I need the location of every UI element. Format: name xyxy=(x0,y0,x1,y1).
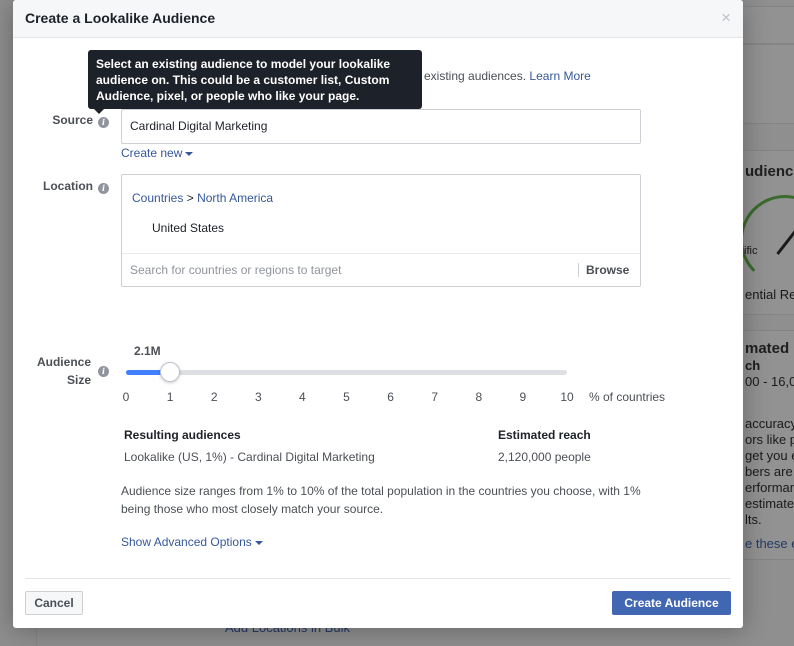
tooltip-arrow xyxy=(94,109,104,114)
background-text-line: ors like pa xyxy=(745,432,794,447)
slider-tick: 10 xyxy=(560,390,574,404)
modal-footer-divider xyxy=(25,578,731,579)
estimated-reach-value: 2,120,000 people xyxy=(498,450,591,464)
close-icon[interactable]: × xyxy=(721,9,731,27)
modal-title: Create a Lookalike Audience xyxy=(25,10,216,26)
browse-button[interactable]: Browse xyxy=(586,263,629,277)
slider-tick: 4 xyxy=(299,390,306,404)
source-input[interactable]: Cardinal Digital Marketing xyxy=(121,109,641,144)
slider-tick: 8 xyxy=(475,390,483,404)
background-card xyxy=(737,44,794,124)
background-text-line: lts. xyxy=(745,512,762,527)
location-breadcrumb: Countries > North America xyxy=(132,191,273,205)
audience-size-info-icon[interactable]: i xyxy=(98,366,109,377)
slider-value-label: 2.1M xyxy=(134,344,161,358)
slider-tick: 2 xyxy=(210,390,218,404)
breadcrumb-separator: > xyxy=(186,191,194,205)
estimated-reach-header: Estimated reach xyxy=(498,428,591,442)
audience-size-label-line1: Audience xyxy=(36,355,91,369)
slider-tick: 7 xyxy=(431,390,439,404)
background-text-line: estimate xyxy=(745,496,794,511)
resulting-audience-value: Lookalike (US, 1%) - Cardinal Digital Ma… xyxy=(124,450,375,464)
audience-size-label-line2: Size xyxy=(66,373,91,387)
intro-text: existing audiences. Learn More xyxy=(424,69,591,83)
slider-tick: 0 xyxy=(122,390,130,404)
create-new-dropdown[interactable]: Create new xyxy=(121,146,194,160)
audience-size-slider-track[interactable] xyxy=(126,370,567,375)
slider-tick: 9 xyxy=(519,390,527,404)
location-search-bar: Browse xyxy=(122,253,640,287)
location-info-icon[interactable]: i xyxy=(98,183,109,194)
slider-unit-label: % of countries xyxy=(589,390,666,404)
lookalike-audience-modal: Create a Lookalike Audience × existing a… xyxy=(13,0,743,628)
background-potential-reach: ential Rea xyxy=(745,287,794,302)
background-estimated-sub: ch xyxy=(745,358,761,373)
location-box: Countries > North America United States … xyxy=(121,174,641,287)
background-see-these-link: e these e xyxy=(745,536,794,551)
show-advanced-options-link[interactable]: Show Advanced Options xyxy=(121,535,263,549)
intro-text-content: existing audiences. xyxy=(424,69,527,83)
location-search-input[interactable] xyxy=(130,263,570,277)
slider-tick: 6 xyxy=(387,390,394,404)
resulting-audiences-header: Resulting audiences xyxy=(124,428,241,442)
source-info-icon[interactable]: i xyxy=(98,117,109,128)
background-gauge-label: ific xyxy=(744,245,758,257)
advanced-options-label: Show Advanced Options xyxy=(121,535,252,549)
slider-tick: 3 xyxy=(254,390,262,404)
location-label: Location xyxy=(43,179,93,193)
slider-tick: 1 xyxy=(166,390,174,404)
audience-size-help-text: Audience size ranges from 1% to 10% of t… xyxy=(121,484,641,516)
cancel-button[interactable]: Cancel xyxy=(25,591,83,615)
background-estimated-range: 00 - 16,00 xyxy=(745,374,794,389)
background-text-line: erformanc xyxy=(745,480,794,495)
create-new-label: Create new xyxy=(121,146,183,160)
slider-tick: 5 xyxy=(343,390,350,404)
background-estimated-title: mated I xyxy=(745,340,794,357)
learn-more-link[interactable]: Learn More xyxy=(529,69,590,83)
chevron-down-icon xyxy=(185,151,194,156)
breadcrumb-north-america[interactable]: North America xyxy=(197,191,273,205)
modal-header: Create a Lookalike Audience × xyxy=(13,0,743,38)
background-text-line: accuracy xyxy=(745,416,794,431)
create-audience-button[interactable]: Create Audience xyxy=(612,591,731,615)
selected-country: United States xyxy=(152,221,225,235)
breadcrumb-countries[interactable]: Countries xyxy=(132,191,183,205)
browse-divider xyxy=(578,263,579,277)
background-card xyxy=(737,6,794,44)
source-tooltip: Select an existing audience to model you… xyxy=(88,50,422,109)
background-panel-title: udience S xyxy=(745,163,794,180)
background-text-line: get you e xyxy=(745,448,794,463)
background-text-line: bers are xyxy=(745,464,793,479)
slider-handle[interactable] xyxy=(160,362,181,382)
source-label: Source xyxy=(52,113,93,127)
chevron-down-icon xyxy=(254,540,263,545)
